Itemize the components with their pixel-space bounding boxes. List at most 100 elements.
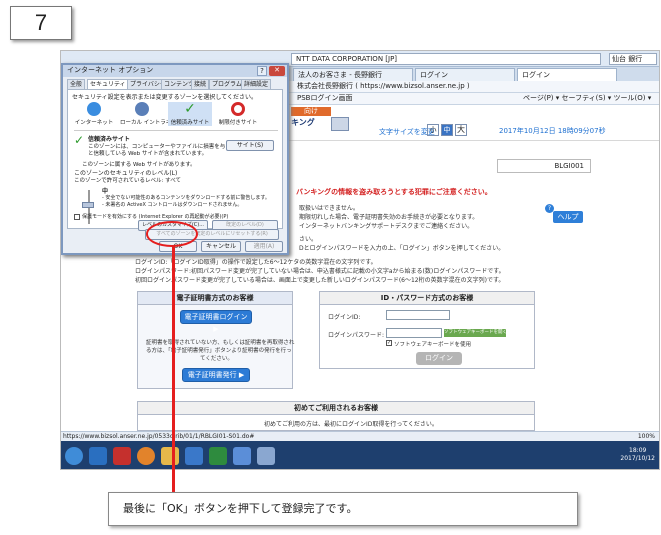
start-button-icon[interactable] — [65, 447, 83, 465]
protected-mode-checkbox[interactable] — [74, 214, 80, 220]
zone-desc-2: と信頼している Web サイトが含まれています。 — [88, 151, 208, 157]
body-line-3: インターネットバンキングサポートデスクまでご連絡ください。 — [299, 223, 474, 230]
first-time-title: 初めてご利用されるお客様 — [138, 402, 534, 415]
cert-note-2: る方は、「電子証明書発行」ボタンより証明書の発行を行っ — [146, 348, 292, 354]
dialog-title-bar: インターネット オプション — [63, 65, 287, 77]
screenshot-frame: NTT DATA CORPORATION [JP] 仙台 銀行 法人のお客さま … — [60, 50, 660, 470]
soft-keyboard-open-button[interactable]: ソフトウェアキーボードを開く — [444, 329, 506, 337]
font-small-button[interactable]: 小 — [427, 124, 439, 136]
step-number: 7 — [34, 10, 48, 35]
phishing-warning[interactable]: バンキングの情報を盗み取ろうとする犯罪にご注意ください。 — [296, 187, 492, 197]
sites-button[interactable]: サイト(S) — [226, 140, 274, 151]
zone-restricted-sites[interactable]: 制限付きサイト — [216, 102, 260, 126]
clock-date: 2017/10/12 — [620, 455, 655, 462]
zone-internet[interactable]: インターネット — [72, 102, 116, 126]
help-button[interactable]: ヘルプ — [553, 211, 583, 223]
ie-icon[interactable] — [89, 447, 107, 465]
command-menus[interactable]: ページ(P) ▾ セーフティ(S) ▾ ツール(O) ▾ — [523, 93, 651, 104]
tab-advanced[interactable]: 詳細設定 — [241, 79, 272, 89]
id-password-panel: ID・パスワード方式のお客様 ログインID: ログインパスワード: ソフトウェア… — [319, 291, 535, 369]
zone-internet-label: インターネット — [74, 120, 114, 126]
zone-has-sites: このゾーンに属する Web サイトがあります。 — [82, 162, 196, 168]
protected-mode-label: 保護モードを有効にする (Internet Explorer の再起動が必要)(… — [82, 214, 229, 220]
body-line-5: Dとログインパスワードを入力の上、「ログイン」ボタンを押してください。 — [299, 245, 505, 252]
check-mark-icon: ✓ — [184, 101, 196, 117]
folder-icon[interactable] — [161, 447, 179, 465]
status-bar: https://www.bizsol.anser.ne.jp/0533c/rib… — [61, 431, 659, 441]
ok-highlight-circle — [146, 221, 198, 247]
cert-note-3: てください。 — [200, 356, 233, 362]
zone-restricted-label: 制限付きサイト — [218, 120, 258, 126]
level-desc-1: - 安全でない可能性のあるコンテンツをダウンロードする前に警告します。 — [102, 195, 270, 201]
body-line-2: 期限切れした場合、電子証明書失効のお手続きが必要となります。 — [299, 214, 479, 221]
login-id-label: ログインID: — [328, 314, 361, 321]
allowed-levels: このゾーンで許可されているレベル: すべて — [74, 178, 182, 184]
dialog-close-button[interactable]: ✕ — [269, 66, 285, 76]
outlook-icon[interactable] — [185, 447, 203, 465]
tab-general[interactable]: 全般 — [67, 79, 86, 89]
font-medium-button[interactable]: 中 — [441, 124, 453, 136]
step-number-badge: 7 — [10, 6, 72, 40]
excel-icon[interactable] — [209, 447, 227, 465]
body-line-8: 初回ログインパスワード変更が完了している場合は、画面上で変更した新しいログインパ… — [135, 277, 505, 284]
soft-keyboard-checkbox[interactable]: ✓ — [386, 340, 392, 346]
id-panel-title: ID・パスワード方式のお客様 — [320, 292, 534, 305]
security-tab-panel: セキュリティ設定を表示または変更するゾーンを選択してください。 インターネット … — [67, 89, 283, 231]
body-line-4: さい。 — [299, 236, 318, 243]
restricted-icon — [231, 102, 245, 116]
zone-trusted-label: 信頼済みサイト — [170, 120, 210, 126]
zone-intranet-label: ローカル イントラネット — [120, 120, 183, 126]
intranet-icon — [135, 102, 149, 116]
acrobat-icon[interactable] — [113, 447, 131, 465]
body-line-7: ログインパスワード:初回パスワード変更が完了していない場合は、申込書様式に記載の… — [135, 268, 505, 275]
login-id-input[interactable] — [386, 310, 450, 320]
callout-line — [172, 246, 175, 492]
font-large-button[interactable]: 大 — [455, 124, 467, 136]
caption-text: 最後に「OK」ボタンを押下して登録完了です。 — [123, 502, 358, 515]
level-desc-2: - 未署名の ActiveX コントロールはダウンロードされません。 — [102, 202, 243, 208]
monitor-icon — [331, 117, 349, 131]
system-clock: 18:09 2017/10/12 — [620, 447, 655, 463]
dialog-tabs: 全般 セキュリティ プライバシー コンテンツ 接続 プログラム 詳細設定 — [67, 79, 283, 90]
trusted-check-icon: ✓ — [74, 133, 85, 147]
tab-programs[interactable]: プログラム — [209, 79, 245, 89]
clock-time: 18:09 — [629, 447, 647, 454]
login-button[interactable]: ログイン — [416, 352, 462, 365]
zone-intro: セキュリティ設定を表示または変更するゾーンを選択してください。 — [72, 94, 257, 101]
zoom-level[interactable]: 100% — [638, 432, 655, 441]
soft-keyboard-check-label: ソフトウェアキーボードを使用 — [394, 342, 472, 348]
globe-icon — [87, 102, 101, 116]
firefox-icon[interactable] — [137, 447, 155, 465]
dialog-help-button[interactable]: ? — [257, 66, 267, 76]
search-provider-box[interactable]: NTT DATA CORPORATION [JP] — [291, 53, 601, 65]
body-line-1: 取扱いはできません。 — [299, 205, 359, 212]
search-input[interactable]: 仙台 銀行 — [609, 53, 657, 65]
dialog-title: インターネット オプション — [67, 66, 154, 74]
zone-trusted-sites[interactable]: ✓ 信頼済みサイト — [168, 102, 212, 126]
instruction-caption: 最後に「OK」ボタンを押下して登録完了です。 — [108, 492, 578, 526]
page-code: BLGI001 — [497, 159, 591, 173]
ie-window-icon[interactable] — [233, 447, 251, 465]
favorites-site-label[interactable]: 株式会社長野銀行 ( https://www.bizsol.anser.ne.j… — [297, 81, 470, 92]
nav-strip[interactable]: 向け — [291, 107, 331, 116]
login-password-label: ログインパスワード: — [328, 332, 385, 339]
zone-divider — [74, 130, 278, 131]
first-time-text: 初めてご利用の方は、最初にログインID取得を行ってください。 — [264, 421, 438, 428]
cert-issue-button[interactable]: 電子証明書発行 ▶ — [182, 368, 250, 382]
login-password-input[interactable] — [386, 328, 442, 338]
brand-name: キング — [291, 118, 315, 127]
apply-button[interactable]: 適用(A) — [245, 241, 283, 252]
tab-login-1[interactable]: ログイン — [415, 68, 515, 81]
slider-thumb[interactable] — [82, 202, 94, 208]
tab-bank-home[interactable]: 法人のお客さま - 長野銀行 — [293, 68, 413, 81]
cert-panel-title: 電子証明書方式のお客様 — [138, 292, 292, 305]
tab-login-2[interactable]: ログイン — [517, 68, 617, 81]
current-datetime: 2017年10月12日 18時09分07秒 — [499, 127, 606, 135]
cancel-button[interactable]: キャンセル — [201, 241, 241, 252]
page-tab-label[interactable]: PSBログイン画面 — [297, 93, 352, 104]
cert-login-button[interactable]: 電子証明書ログイン ▶ — [180, 310, 252, 333]
cert-login-panel: 電子証明書方式のお客様 電子証明書ログイン ▶ 証明書を取得されていない方、もし… — [137, 291, 294, 389]
window-icon[interactable] — [257, 447, 275, 465]
tab-connections[interactable]: 接続 — [191, 79, 210, 89]
zone-local-intranet[interactable]: ローカル イントラネット — [120, 102, 183, 126]
